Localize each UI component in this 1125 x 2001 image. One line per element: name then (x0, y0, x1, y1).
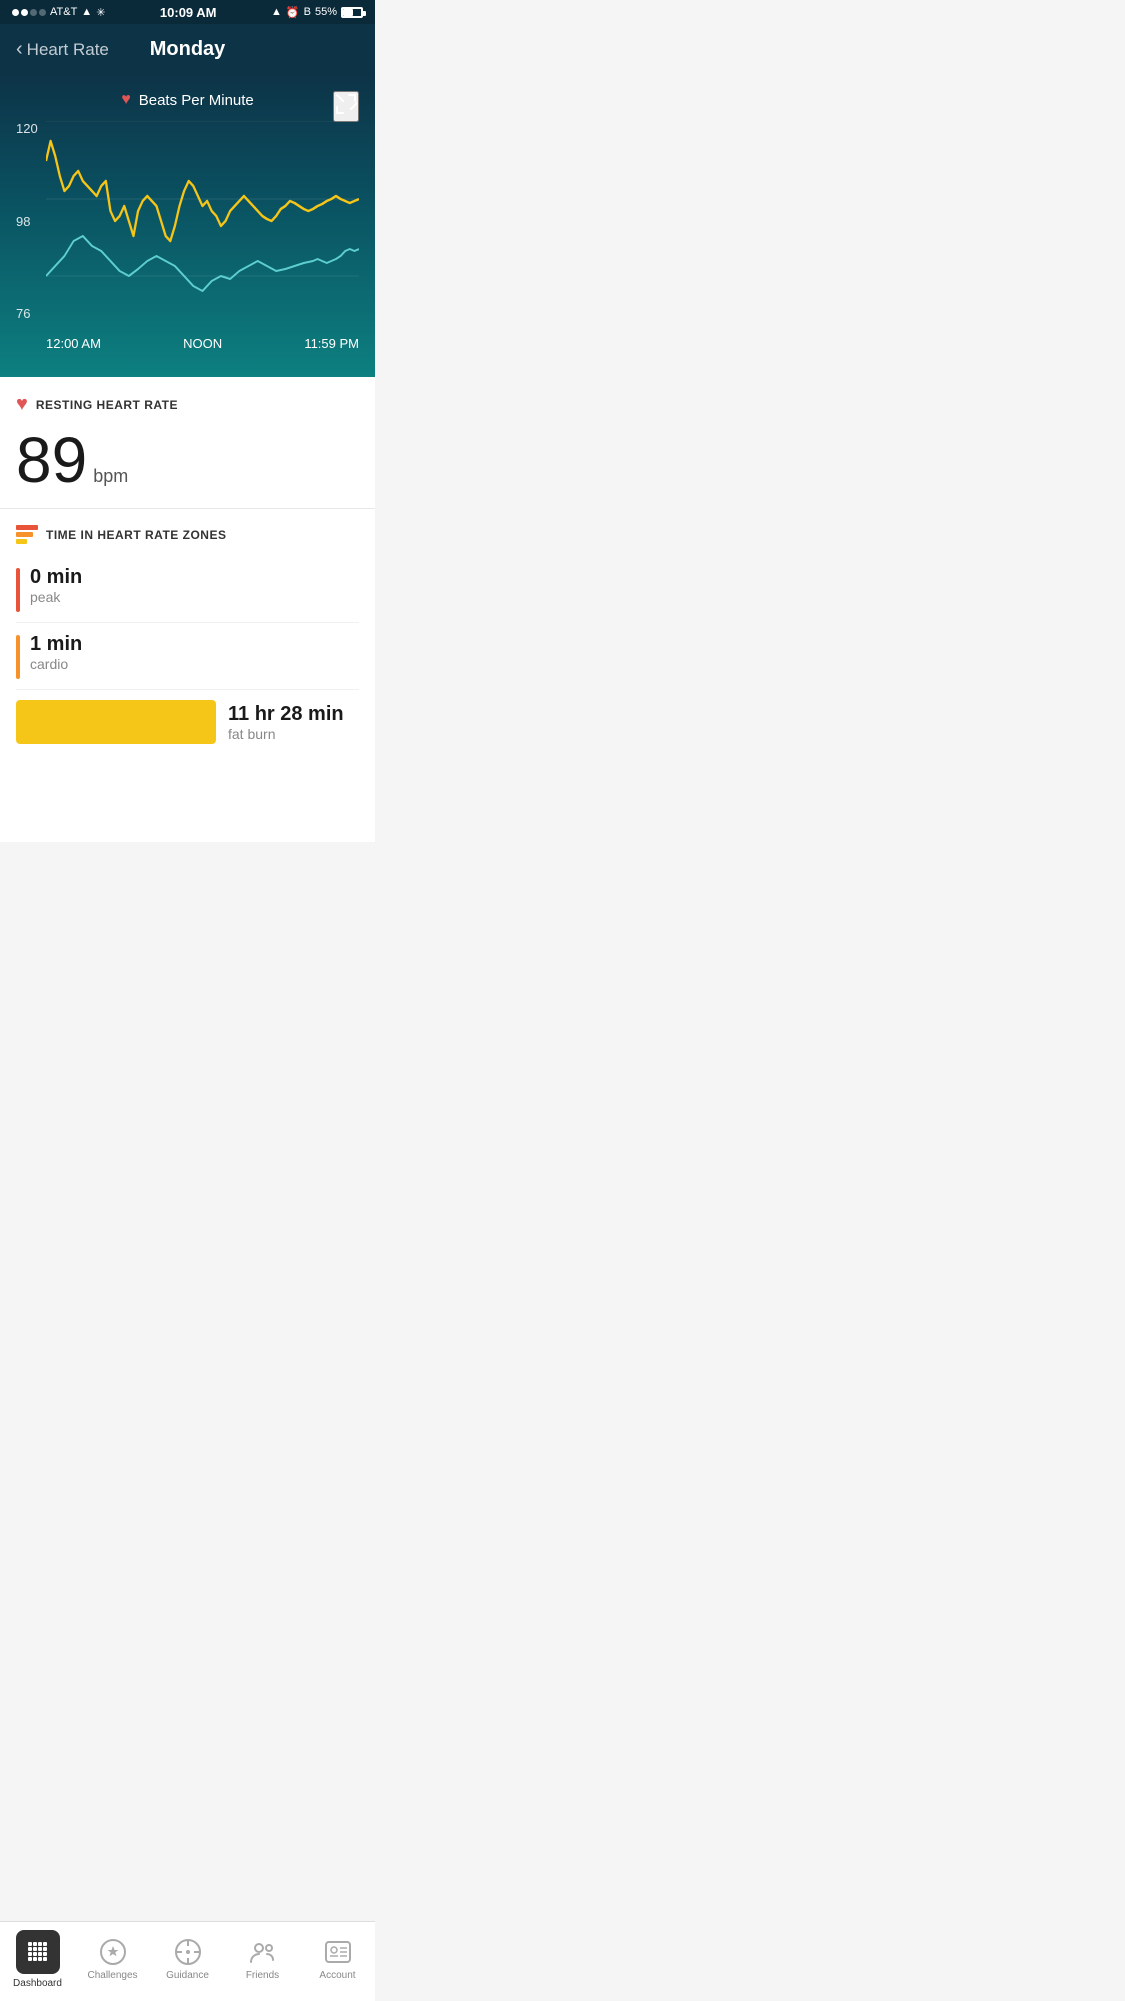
x-label-start: 12:00 AM (46, 336, 101, 351)
page-title: Monday (150, 38, 226, 61)
cardio-info: 1 min cardio (30, 633, 359, 672)
y-label-mid: 98 (16, 214, 38, 229)
resting-heart-rate-section: ♥ RESTING HEART RATE 89 bpm (0, 377, 375, 509)
carrier-label: AT&T (50, 6, 77, 18)
chart-legend: ♥ Beats Per Minute (16, 91, 359, 109)
alarm-icon: ⏰ (286, 6, 300, 19)
dashboard-icon (26, 1940, 50, 1964)
zones-section-title: TIME IN HEART RATE ZONES (46, 528, 226, 542)
zones-icon-bar3 (16, 539, 27, 544)
main-content: ♥ RESTING HEART RATE 89 bpm TIME IN HEAR… (0, 377, 375, 842)
fatburn-label: fat burn (228, 726, 344, 742)
zones-icon (16, 525, 38, 544)
expand-button[interactable] (333, 91, 359, 122)
x-label-mid: NOON (183, 336, 222, 351)
nav-guidance[interactable]: Guidance (150, 1938, 225, 1981)
location-icon: ▲ (271, 6, 282, 18)
zone-item-peak: 0 min peak (16, 556, 359, 623)
zones-section: TIME IN HEART RATE ZONES 0 min peak 1 mi… (0, 509, 375, 762)
fatburn-bar (16, 700, 216, 744)
nav-account-label: Account (319, 1970, 355, 1981)
y-axis-labels: 120 98 76 (16, 121, 38, 321)
bpm-display: 89 bpm (16, 428, 359, 500)
zone-item-cardio: 1 min cardio (16, 623, 359, 690)
resting-header: ♥ RESTING HEART RATE (16, 393, 359, 416)
signal-dots (12, 9, 46, 16)
cardio-bar (16, 635, 20, 679)
back-button[interactable]: ‹ Heart Rate (16, 39, 109, 61)
resting-heart-icon: ♥ (16, 393, 28, 416)
cardio-value: 1 min (30, 633, 359, 656)
nav-guidance-label: Guidance (166, 1970, 209, 1981)
nav-challenges-label: Challenges (87, 1970, 137, 1981)
x-axis-labels: 12:00 AM NOON 11:59 PM (46, 325, 359, 361)
heart-legend-icon: ♥ (121, 91, 131, 109)
peak-value: 0 min (30, 566, 359, 589)
legend-label: Beats Per Minute (139, 92, 254, 109)
wifi-icon: ▲ (81, 6, 92, 18)
battery-icon (341, 7, 363, 18)
fatburn-info: 11 hr 28 min fat burn (228, 703, 344, 742)
dashboard-icon-bg (16, 1930, 60, 1974)
status-left: AT&T ▲ ✳ (12, 6, 105, 19)
bluetooth-icon: B (304, 6, 311, 18)
dot-2 (21, 9, 28, 16)
nav-account[interactable]: Account (300, 1938, 375, 1981)
peak-bar (16, 568, 20, 612)
chart-container: ♥ Beats Per Minute 120 98 76 12: (0, 75, 375, 377)
nav-friends[interactable]: Friends (225, 1938, 300, 1981)
back-label: Heart Rate (27, 40, 109, 60)
bottom-nav: Dashboard Challenges Guidance Friends (0, 1921, 375, 2001)
header: ‹ Heart Rate Monday (0, 24, 375, 75)
bottom-spacer (0, 762, 375, 842)
bpm-value: 89 (16, 428, 87, 492)
fatburn-value: 11 hr 28 min (228, 703, 344, 726)
bpm-unit: bpm (93, 466, 128, 487)
resting-section-title: RESTING HEART RATE (36, 398, 178, 412)
zones-icon-bar1 (16, 525, 38, 530)
back-chevron-icon: ‹ (16, 38, 23, 61)
dot-3 (30, 9, 37, 16)
status-time: 10:09 AM (160, 5, 217, 20)
status-right: ▲ ⏰ B 55% (271, 6, 363, 19)
dot-1 (12, 9, 19, 16)
nav-dashboard[interactable]: Dashboard (0, 1930, 75, 1989)
guidance-icon (174, 1938, 202, 1966)
friends-icon (249, 1938, 277, 1966)
account-icon (324, 1938, 352, 1966)
zones-header: TIME IN HEART RATE ZONES (16, 525, 359, 544)
chart-wrapper: 120 98 76 12:00 AM NOON 11:59 PM (16, 121, 359, 361)
cardio-label: cardio (30, 656, 359, 672)
dot-4 (39, 9, 46, 16)
status-bar: AT&T ▲ ✳ 10:09 AM ▲ ⏰ B 55% (0, 0, 375, 24)
y-label-top: 120 (16, 121, 38, 136)
challenges-icon (99, 1938, 127, 1966)
chart-svg (46, 121, 359, 321)
activity-icon: ✳ (96, 6, 105, 19)
nav-dashboard-label: Dashboard (13, 1978, 62, 1989)
nav-challenges[interactable]: Challenges (75, 1938, 150, 1981)
peak-info: 0 min peak (30, 566, 359, 605)
battery-label: 55% (315, 6, 337, 18)
y-label-bot: 76 (16, 306, 38, 321)
zone-item-fatburn: 11 hr 28 min fat burn (16, 690, 359, 754)
x-label-end: 11:59 PM (304, 336, 359, 351)
nav-friends-label: Friends (246, 1970, 279, 1981)
zones-icon-bar2 (16, 532, 33, 537)
peak-label: peak (30, 589, 359, 605)
